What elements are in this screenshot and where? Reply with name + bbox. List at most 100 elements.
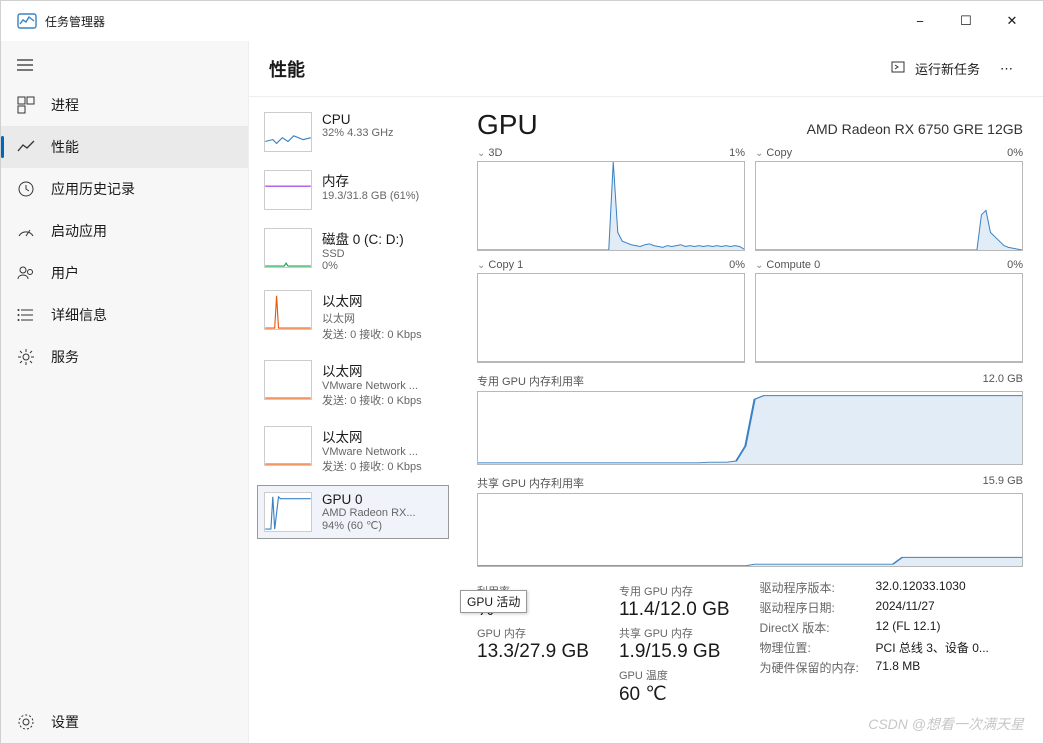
content-header: 性能 运行新任务 ⋯: [249, 41, 1043, 97]
chevron-down-icon: ⌄: [477, 148, 485, 159]
stat-val: 32.0.12033.1030: [876, 579, 966, 596]
stat-label: 共享 GPU 内存: [619, 625, 730, 641]
hamburger-button[interactable]: [1, 49, 248, 84]
perf-item-name: GPU 0: [322, 492, 442, 507]
stat-key: 物理位置:: [760, 639, 860, 656]
perf-item-sub: AMD Radeon RX...: [322, 507, 442, 519]
detail-subtitle: AMD Radeon RX 6750 GRE 12GB: [807, 121, 1023, 137]
perf-item-name: 内存: [322, 170, 442, 190]
performance-list[interactable]: CPU32% 4.33 GHz内存19.3/31.8 GB (61%)磁盘 0 …: [249, 97, 457, 743]
run-task-label: 运行新任务: [915, 59, 980, 78]
list-icon: [17, 306, 35, 324]
nav-label: 设置: [51, 712, 79, 732]
perf-item-5[interactable]: 以太网VMware Network ...发送: 0 接收: 0 Kbps: [257, 419, 449, 481]
perf-item-3[interactable]: 以太网以太网发送: 0 接收: 0 Kbps: [257, 283, 449, 349]
nav-processes[interactable]: 进程: [1, 84, 248, 126]
stat-label: 专用 GPU 内存: [619, 583, 730, 599]
nav-details[interactable]: 详细信息: [1, 294, 248, 336]
history-icon: [17, 180, 35, 198]
perf-thumb: [264, 360, 312, 400]
stat-value: 60 ℃: [619, 683, 730, 706]
chevron-down-icon: ⌄: [755, 148, 763, 159]
stat-key: DirectX 版本:: [760, 619, 860, 636]
app-icon: [17, 11, 37, 31]
nav-app-history[interactable]: 应用历史记录: [1, 168, 248, 210]
perf-item-1[interactable]: 内存19.3/31.8 GB (61%): [257, 163, 449, 217]
perf-item-name: 以太网: [322, 290, 442, 310]
perf-thumb: [264, 492, 312, 532]
chart-area: [755, 273, 1023, 363]
chart-label: Copy: [766, 147, 792, 159]
chart-label: 3D: [488, 147, 502, 159]
grid-icon: [17, 96, 35, 114]
stat-label: GPU 内存: [477, 625, 589, 641]
mem-chart-1: 共享 GPU 内存利用率15.9 GB: [477, 475, 1023, 567]
chart-pct: 0%: [729, 259, 745, 271]
chart-area: [477, 493, 1023, 567]
tooltip: GPU 活动: [460, 590, 527, 613]
nav-performance[interactable]: 性能: [1, 126, 248, 168]
perf-item-name: 磁盘 0 (C: D:): [322, 228, 442, 248]
window-title: 任务管理器: [45, 13, 105, 30]
chart-icon: [17, 138, 35, 156]
stat-key: 驱动程序日期:: [760, 599, 860, 616]
stat-val: PCI 总线 3、设备 0...: [876, 639, 989, 656]
page-title: 性能: [269, 56, 881, 82]
close-button[interactable]: ✕: [989, 5, 1035, 37]
minimize-button[interactable]: −: [897, 5, 943, 37]
more-button[interactable]: ⋯: [990, 55, 1023, 83]
perf-item-name: 以太网: [322, 360, 442, 380]
perf-item-sub2: 发送: 0 接收: 0 Kbps: [322, 392, 442, 408]
chart-area: [477, 391, 1023, 465]
settings-icon: [17, 713, 35, 731]
perf-item-sub: 19.3/31.8 GB (61%): [322, 190, 442, 202]
run-icon: [891, 59, 907, 78]
stat-key: 为硬件保留的内存:: [760, 659, 860, 676]
chart-pct: 1%: [729, 147, 745, 159]
mem-chart-0: 专用 GPU 内存利用率12.0 GB: [477, 373, 1023, 465]
nav-label: 用户: [51, 263, 79, 283]
nav-startup[interactable]: 启动应用: [1, 210, 248, 252]
chart-area: [755, 161, 1023, 251]
nav-label: 启动应用: [51, 221, 107, 241]
perf-item-sub: VMware Network ...: [322, 380, 442, 392]
perf-item-sub2: 发送: 0 接收: 0 Kbps: [322, 326, 442, 342]
perf-thumb: [264, 228, 312, 268]
watermark: CSDN @想看一次满天星: [868, 714, 1024, 734]
titlebar[interactable]: 任务管理器 − ☐ ✕: [1, 1, 1043, 41]
engine-chart-Copy 1[interactable]: ⌄ Copy 10%: [477, 259, 745, 363]
maximize-button[interactable]: ☐: [943, 5, 989, 37]
sidebar: 进程 性能 应用历史记录 启动应用 用户 详细信息: [1, 41, 249, 743]
engine-chart-3D[interactable]: ⌄ 3D 1%: [477, 147, 745, 251]
engine-chart-Copy[interactable]: ⌄ Copy0%: [755, 147, 1023, 251]
perf-item-name: 以太网: [322, 426, 442, 446]
chart-label: 专用 GPU 内存利用率: [477, 373, 983, 389]
perf-item-6[interactable]: GPU 0AMD Radeon RX...94% (60 ℃): [257, 485, 449, 539]
perf-thumb: [264, 426, 312, 466]
perf-item-4[interactable]: 以太网VMware Network ...发送: 0 接收: 0 Kbps: [257, 353, 449, 415]
perf-thumb: [264, 290, 312, 330]
stat-val: 12 (FL 12.1): [876, 619, 941, 636]
perf-item-2[interactable]: 磁盘 0 (C: D:)SSD0%: [257, 221, 449, 279]
nav-settings[interactable]: 设置: [1, 701, 248, 743]
perf-item-name: CPU: [322, 112, 442, 127]
run-new-task-button[interactable]: 运行新任务: [881, 53, 990, 84]
gauge-icon: [17, 222, 35, 240]
engine-chart-Compute 0[interactable]: ⌄ Compute 00%: [755, 259, 1023, 363]
perf-item-0[interactable]: CPU32% 4.33 GHz: [257, 105, 449, 159]
perf-item-sub: 以太网: [322, 310, 442, 326]
perf-item-sub: 32% 4.33 GHz: [322, 127, 442, 139]
nav-users[interactable]: 用户: [1, 252, 248, 294]
perf-item-sub: VMware Network ...: [322, 446, 442, 458]
app-window: 任务管理器 − ☐ ✕ 进程 性能 应用历史记录: [0, 0, 1044, 744]
perf-item-sub: SSD: [322, 248, 442, 260]
nav-label: 详细信息: [51, 305, 107, 325]
nav-services[interactable]: 服务: [1, 336, 248, 378]
stat-label: GPU 温度: [619, 667, 730, 683]
chart-area: [477, 161, 745, 251]
nav-label: 性能: [51, 137, 79, 157]
chart-label: Copy 1: [488, 259, 523, 271]
gpu-detail: GPU AMD Radeon RX 6750 GRE 12GB ⌄ 3D1%⌄ …: [457, 97, 1043, 743]
perf-thumb: [264, 170, 312, 210]
perf-item-sub2: 发送: 0 接收: 0 Kbps: [322, 458, 442, 474]
